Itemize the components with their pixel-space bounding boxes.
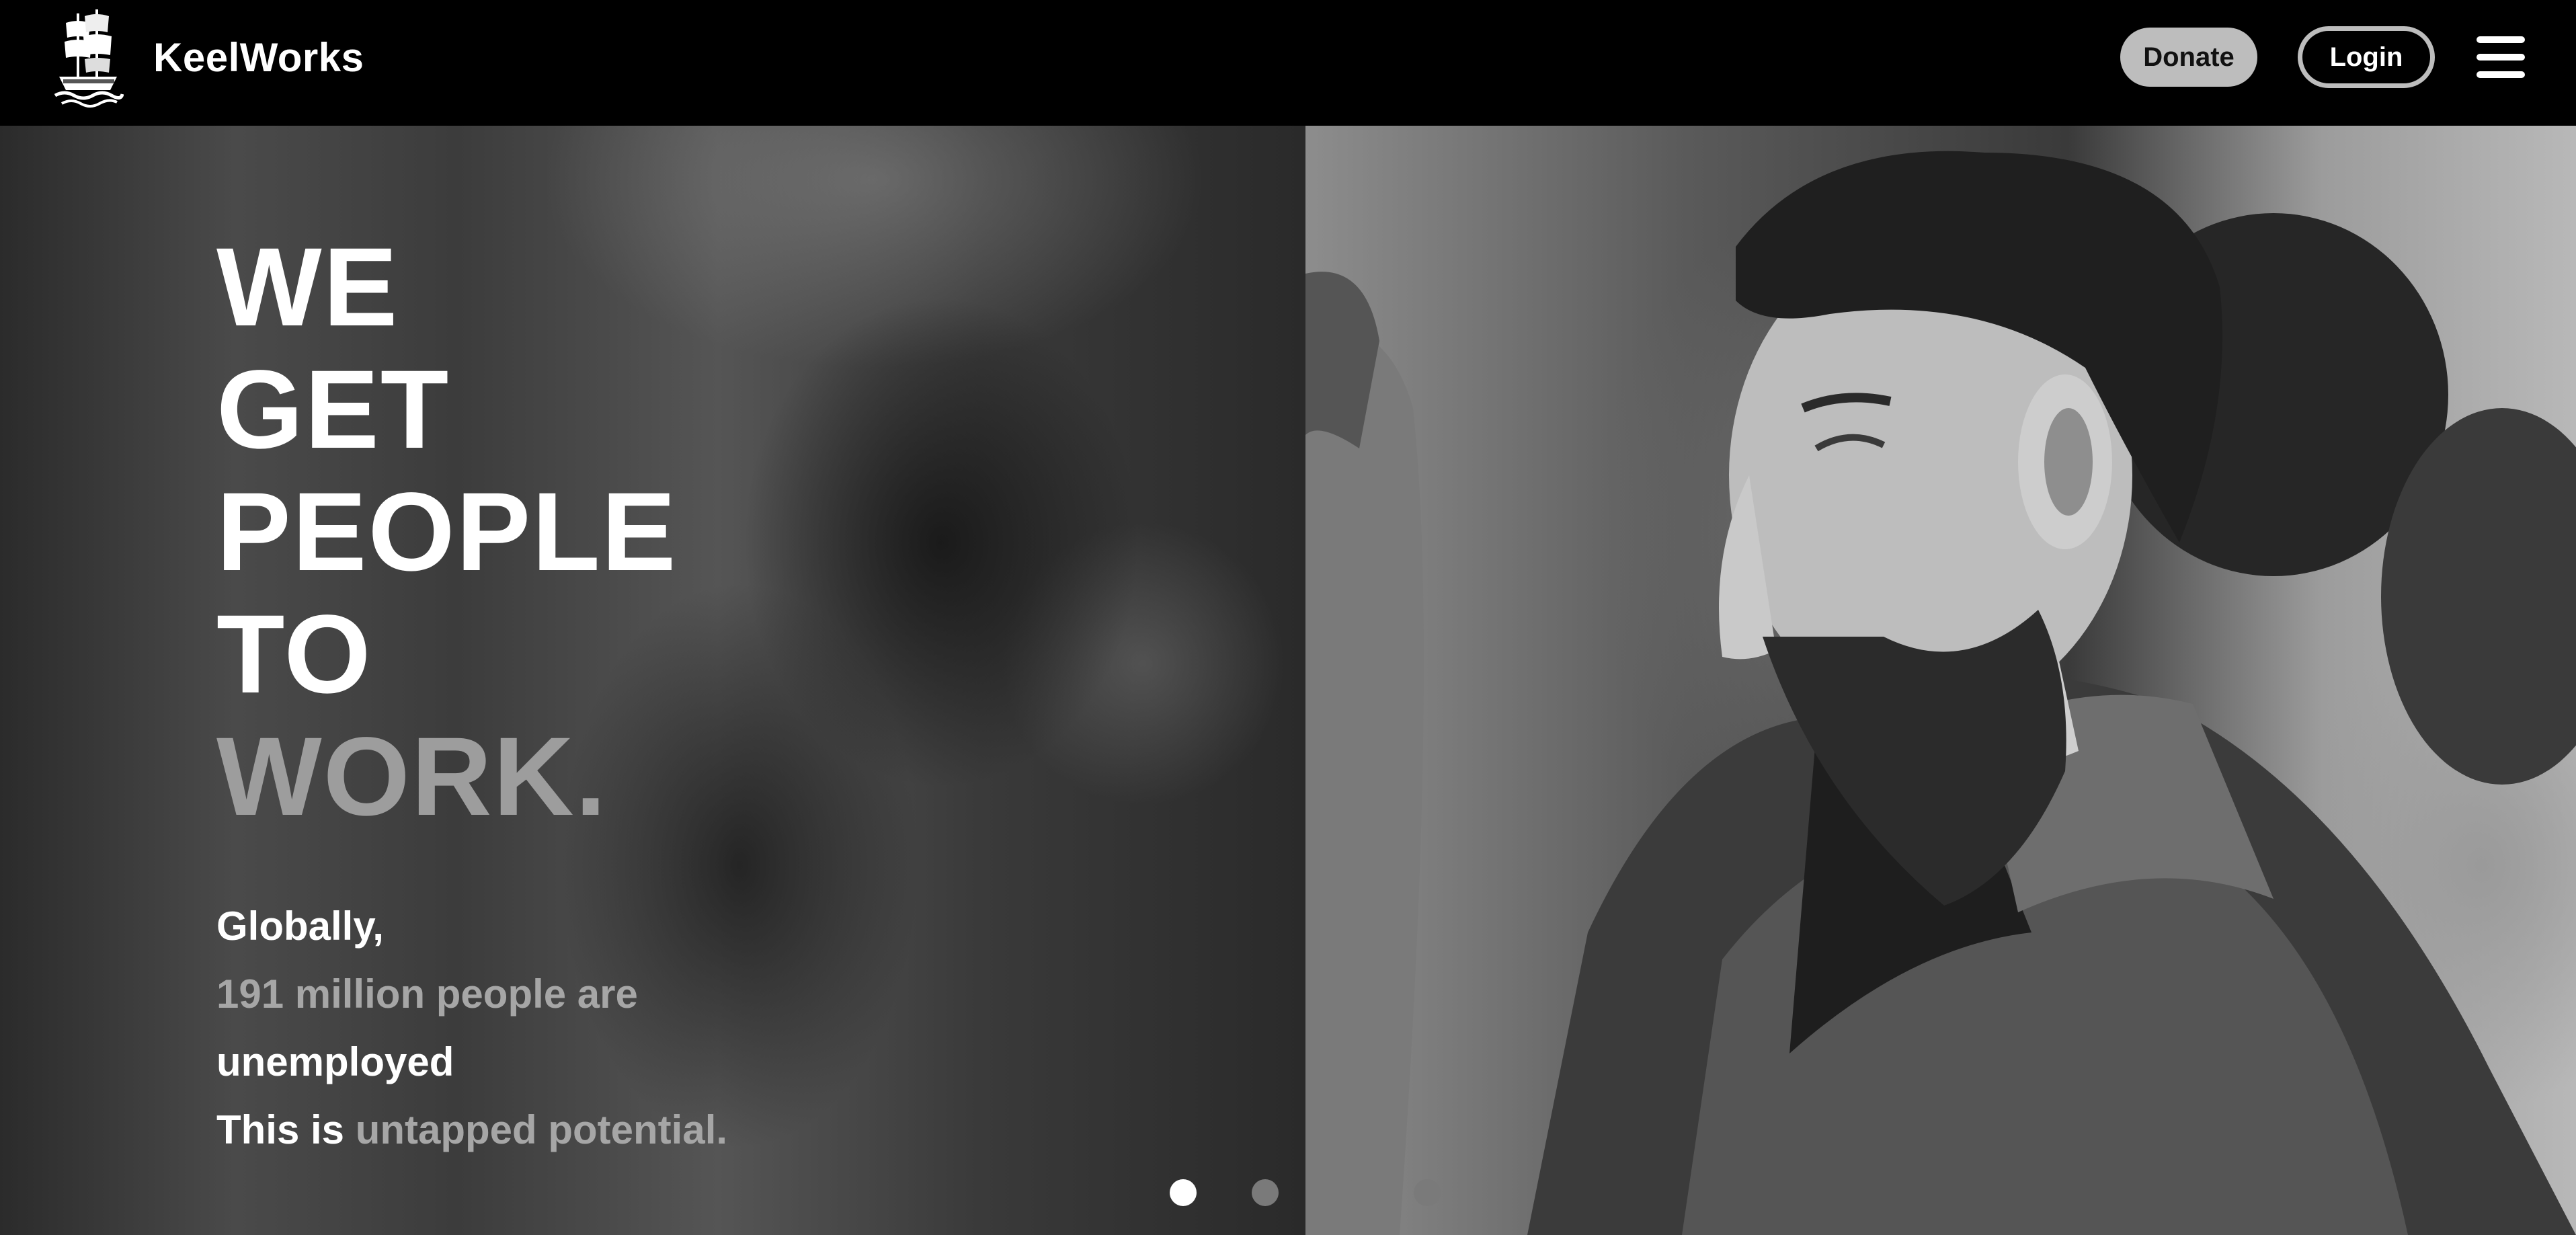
donate-button[interactable]: Donate [2120, 28, 2257, 87]
headline-line-accent: WORK. [216, 715, 608, 839]
headline-line: TO [216, 592, 372, 717]
stat-prefix: This is [216, 1107, 345, 1152]
headline-line: WE [216, 225, 399, 350]
hero-portrait-panel [1305, 126, 2576, 1235]
sailing-ship-logo[interactable] [52, 7, 124, 109]
man-portrait-image [1305, 151, 2576, 1235]
carousel-dot-4[interactable] [1414, 1179, 1441, 1206]
unemployment-statement: Globally, 191 million people are unemplo… [216, 892, 727, 1164]
headline-line: GET [216, 348, 450, 472]
hamburger-menu-icon[interactable] [2477, 35, 2525, 79]
headline-line: PEOPLE [216, 470, 678, 594]
stat-line: This is untapped potential. [216, 1096, 727, 1164]
carousel-dot-2[interactable] [1252, 1179, 1279, 1206]
hero-headline: WE GET PEOPLE TO WORK. [216, 227, 677, 838]
brand-name[interactable]: KeelWorks [153, 32, 364, 83]
stat-highlight: untapped potential. [355, 1107, 728, 1152]
stat-line: 191 million people are [216, 971, 638, 1017]
carousel-dot-3[interactable] [1333, 1179, 1360, 1206]
carousel-dot-1[interactable] [1170, 1179, 1197, 1206]
stat-line: Globally, [216, 904, 384, 949]
login-button[interactable]: Login [2298, 26, 2435, 88]
hero-section: WE GET PEOPLE TO WORK. Globally, 191 mil… [0, 126, 2576, 1235]
stat-line: unemployed [216, 1039, 454, 1084]
site-header: KeelWorks Donate Login [0, 0, 2576, 126]
